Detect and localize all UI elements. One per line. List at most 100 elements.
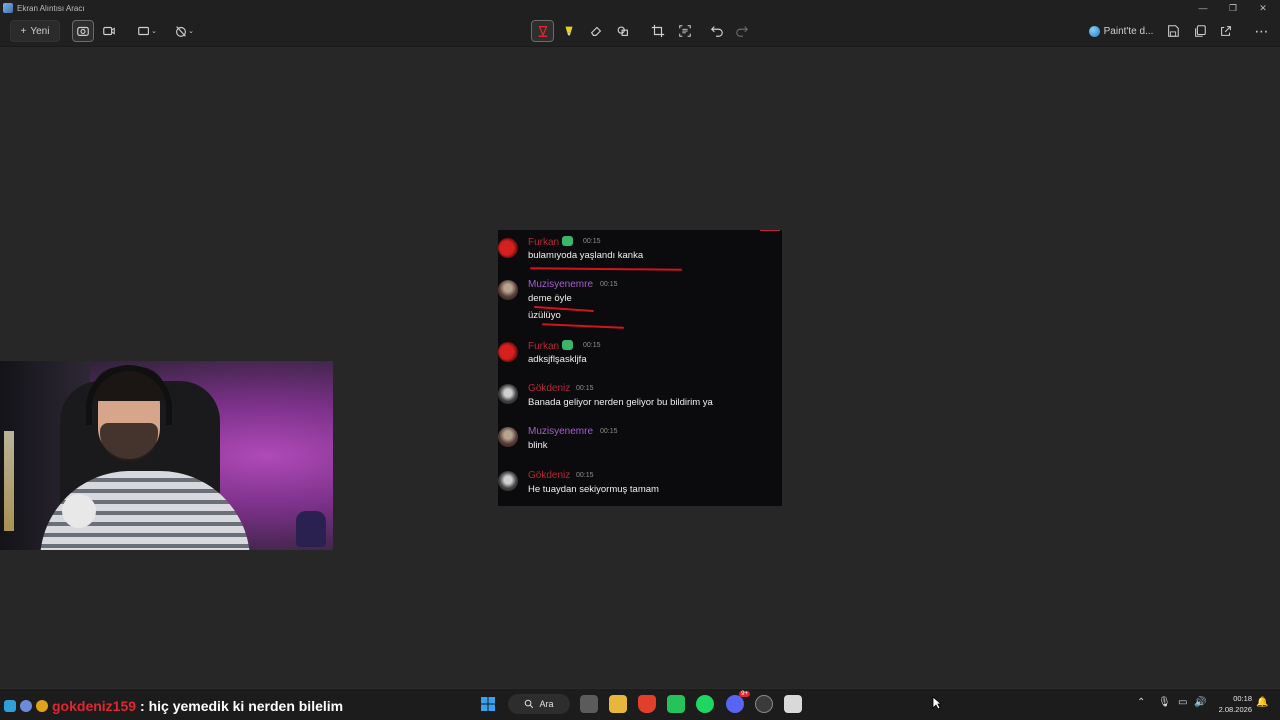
- moon-icon: [20, 700, 32, 712]
- discord-icon[interactable]: 9+: [726, 691, 750, 713]
- delay-dropdown[interactable]: ⌄: [170, 20, 198, 42]
- share-button[interactable]: [1215, 20, 1237, 42]
- microphone-icon[interactable]: 🎙: [1158, 697, 1171, 708]
- message-time: 00:15: [583, 238, 601, 245]
- file-explorer-icon[interactable]: [609, 695, 627, 713]
- overlay-message: : hiç yemedik ki nerden bilelim: [140, 698, 344, 714]
- message-time: 00:15: [600, 281, 618, 288]
- redo-button[interactable]: [731, 20, 753, 42]
- redo-icon: [736, 26, 749, 37]
- copy-button[interactable]: [1189, 20, 1211, 42]
- snipping-tool-icon: [3, 3, 13, 13]
- open-in-paint-label: Paint'te d...: [1103, 25, 1154, 37]
- more-options-button[interactable]: ⋯: [1251, 20, 1273, 42]
- undo-button[interactable]: [706, 20, 728, 42]
- taskbar-clock[interactable]: 00:18 2.08.2026: [1216, 693, 1252, 715]
- pen-tool-button[interactable]: [531, 20, 554, 42]
- message-text: Banada geliyor nerden geliyor bu bildiri…: [528, 397, 713, 408]
- message-author: Muzisyenemre: [528, 426, 594, 437]
- new-button-label: Yeni: [30, 25, 50, 37]
- message-author: Furkan: [528, 340, 574, 352]
- camera-icon: [77, 26, 89, 36]
- save-button[interactable]: [1162, 20, 1184, 42]
- avatar: [498, 471, 518, 491]
- author-name: Furkan: [528, 341, 560, 352]
- verified-badge-icon: [562, 236, 574, 246]
- volume-icon[interactable]: 🔊: [1194, 697, 1206, 708]
- webcam-figurine: [296, 511, 326, 547]
- highlighter-tool-button[interactable]: [558, 20, 580, 42]
- webcam-light: [4, 431, 14, 531]
- share-icon: [1221, 26, 1231, 36]
- pen-annotation: [529, 267, 683, 271]
- pen-annotation: [541, 323, 625, 329]
- chevron-down-icon: ⌄: [188, 28, 194, 35]
- taskbar-search[interactable]: Ara: [508, 694, 570, 714]
- close-button[interactable]: ✕: [1248, 0, 1278, 16]
- pen-icon: [538, 26, 547, 38]
- video-icon: [103, 26, 115, 36]
- stream-chat-overlay: gokdeniz159 : hiç yemedik ki nerden bile…: [4, 696, 343, 716]
- snipping-tool-taskbar-icon[interactable]: [784, 695, 802, 713]
- video-mode-button[interactable]: [98, 20, 120, 42]
- message-text: He tuaydan sekiyormuş tamam: [528, 484, 659, 495]
- message-author: Muzisyenemre: [528, 279, 594, 290]
- mouse-cursor-icon: [932, 696, 942, 710]
- clock-time: 00:18: [1233, 694, 1252, 703]
- minimize-button[interactable]: —: [1188, 0, 1218, 16]
- badge-icon: [4, 700, 16, 712]
- task-view-icon[interactable]: [580, 695, 598, 713]
- screenshot-mode-button[interactable]: [72, 20, 94, 42]
- message-text: adksjflşaskljfa: [528, 354, 587, 365]
- captured-chat-image: Furkan 00:15 bulamıyoda yaşlandı kanka M…: [498, 230, 782, 506]
- timer-off-icon: [176, 26, 187, 37]
- text-actions-button[interactable]: [674, 20, 696, 42]
- toolbar: + Yeni ⌄ ⌄ Paint'te d... ⋯: [0, 16, 1280, 47]
- message-author: Gökdeniz: [528, 470, 571, 481]
- avatar: [498, 238, 518, 258]
- avatar: [498, 280, 518, 300]
- message-time: 00:15: [583, 342, 601, 349]
- whatsapp-icon[interactable]: [667, 695, 685, 713]
- notification-icon[interactable]: 🔔: [1256, 697, 1268, 708]
- microphone: [62, 494, 96, 528]
- new-button[interactable]: + Yeni: [10, 20, 60, 42]
- top-accent-line: [760, 230, 780, 231]
- avatar: [498, 342, 518, 362]
- crop-button[interactable]: [647, 20, 669, 42]
- chevron-down-icon: ⌄: [151, 28, 157, 35]
- chevron-up-icon[interactable]: ⌃: [1137, 697, 1145, 708]
- maximize-button[interactable]: ❐: [1218, 0, 1248, 16]
- verified-badge-icon: [562, 340, 574, 350]
- webcam-overlay: [0, 361, 333, 550]
- message-author: Furkan: [528, 236, 574, 248]
- windows-icon: [481, 697, 495, 711]
- eraser-icon: [590, 26, 602, 36]
- open-in-paint-button[interactable]: Paint'te d...: [1088, 20, 1154, 42]
- rectangle-icon: [138, 26, 150, 36]
- save-icon: [1168, 25, 1179, 37]
- snip-shape-dropdown[interactable]: ⌄: [133, 20, 161, 42]
- shapes-tool-button[interactable]: [612, 20, 634, 42]
- clock-date: 2.08.2026: [1218, 705, 1252, 714]
- text-scan-icon: [679, 25, 691, 37]
- avatar: [498, 384, 518, 404]
- crop-icon: [651, 24, 665, 38]
- overlay-username: gokdeniz159: [52, 698, 137, 714]
- brave-browser-icon[interactable]: [638, 695, 656, 713]
- shapes-icon: [617, 26, 628, 36]
- spotify-icon[interactable]: [696, 695, 714, 713]
- obs-icon[interactable]: [755, 695, 773, 713]
- coin-icon: [36, 700, 48, 712]
- highlighter-icon: [565, 26, 573, 36]
- more-icon: ⋯: [1254, 22, 1270, 39]
- message-text: bulamıyoda yaşlandı kanka: [528, 250, 644, 261]
- eraser-tool-button[interactable]: [585, 20, 607, 42]
- start-button[interactable]: [479, 695, 497, 713]
- plus-icon: +: [20, 25, 27, 37]
- copy-icon: [1195, 25, 1206, 37]
- network-icon[interactable]: ▭: [1178, 697, 1187, 708]
- message-time: 00:15: [600, 428, 618, 435]
- window-title: Ekran Alıntısı Aracı: [17, 3, 85, 13]
- discord-notification-badge: 9+: [739, 691, 750, 697]
